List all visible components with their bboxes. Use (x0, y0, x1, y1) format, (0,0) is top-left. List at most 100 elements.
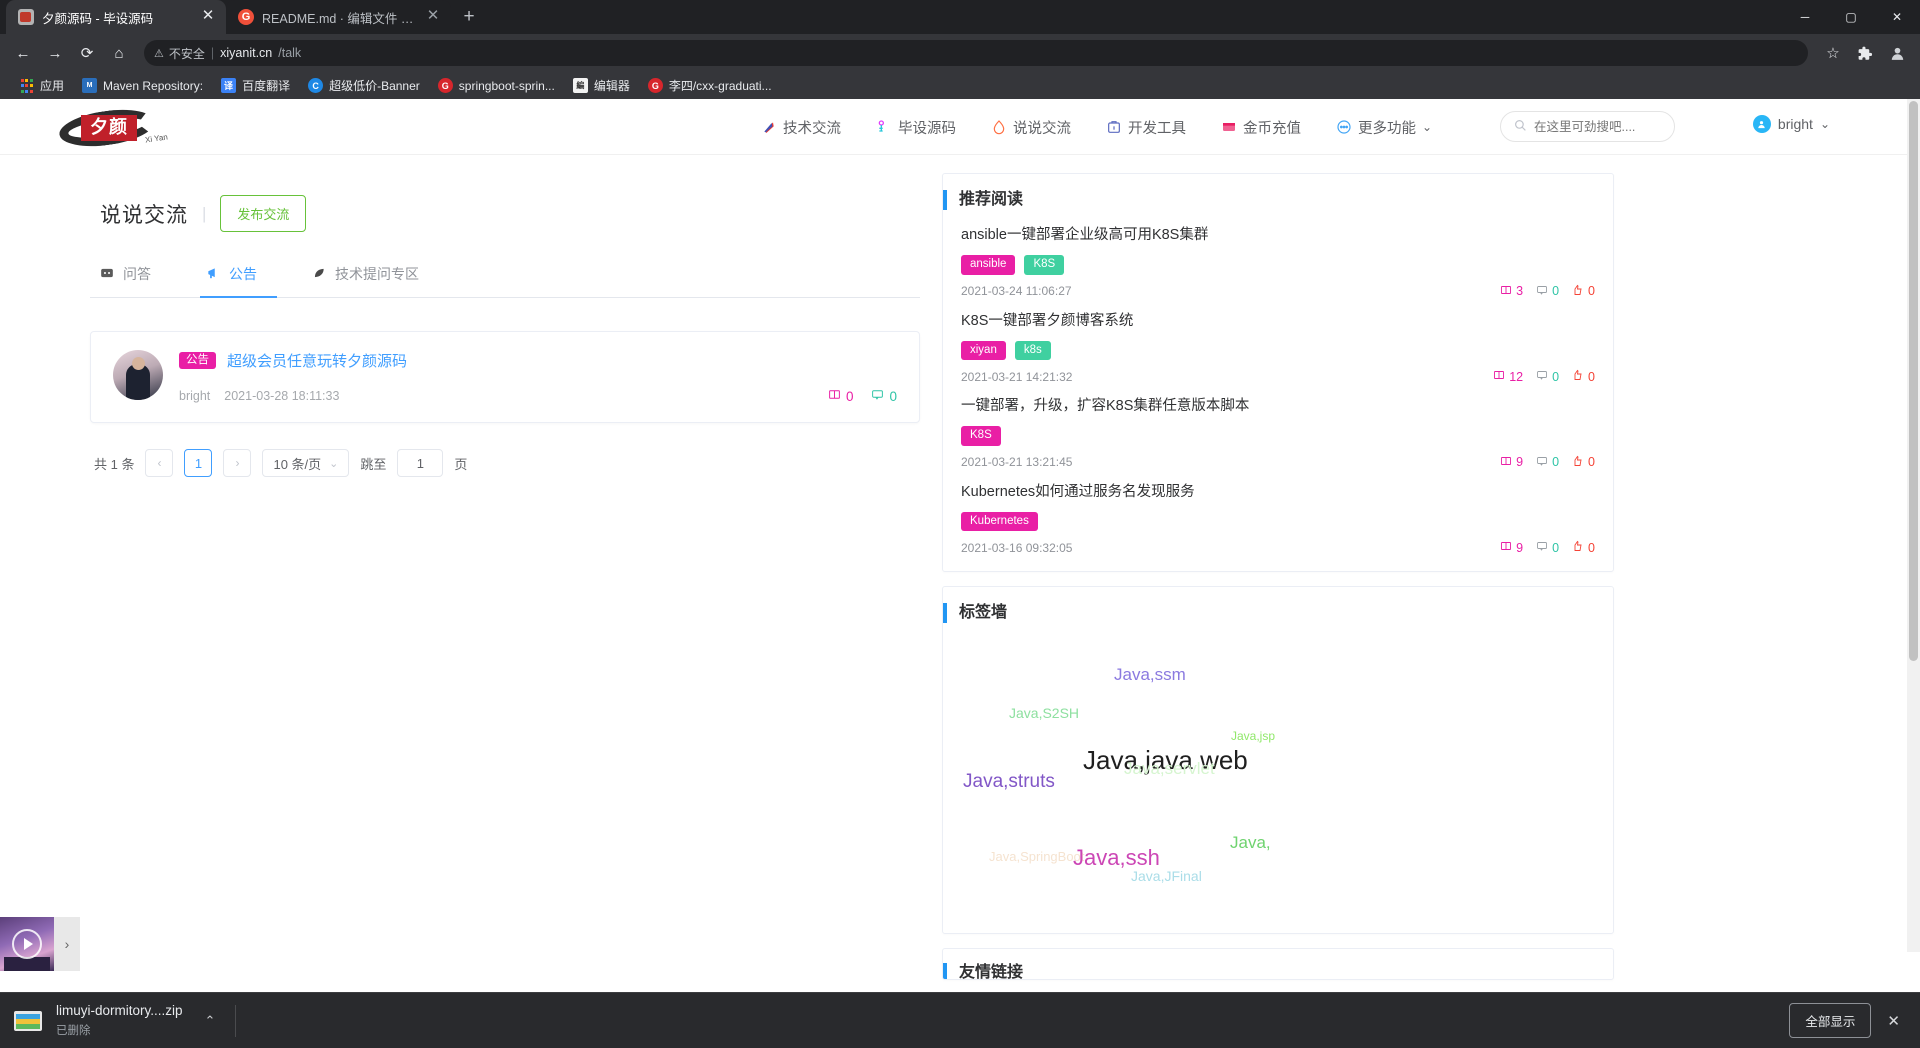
page-title: 说说交流 (100, 203, 188, 227)
tag-cloud-item[interactable]: Java,struts (963, 771, 1055, 793)
bookmark-maven[interactable]: M Maven Repository: (73, 75, 212, 97)
nav-label: 说说交流 (1013, 120, 1071, 137)
bookmark-star-icon[interactable]: ☆ (1818, 38, 1848, 68)
prev-page-button[interactable]: ‹ (145, 449, 174, 477)
tag-cloud-item[interactable]: Java,SpringBoot (989, 849, 1084, 864)
scrollbar-thumb[interactable] (1909, 101, 1918, 661)
read-count: 9 (1500, 455, 1523, 470)
recommended-item[interactable]: Kubernetes如何通过服务名发现服务 Kubernetes 2021-03… (961, 481, 1595, 556)
download-item[interactable]: limuyi-dormitory....zip 已删除 (56, 1003, 183, 1038)
comment-count-value: 0 (1552, 540, 1560, 555)
nav-item-more[interactable]: 更多功能 ⌄ (1335, 117, 1432, 138)
chevron-up-icon[interactable]: ⌃ (205, 1013, 216, 1029)
tag-cloud-item[interactable]: Java,servlet (1124, 759, 1215, 779)
publish-button[interactable]: 发布交流 (220, 195, 307, 232)
extensions-icon[interactable] (1850, 38, 1880, 68)
back-icon[interactable]: ← (8, 38, 38, 68)
tag[interactable]: K8S (961, 426, 1001, 446)
play-icon[interactable] (12, 929, 42, 959)
profile-icon[interactable] (1882, 38, 1912, 68)
article-title[interactable]: K8S一键部署夕颜博客系统 (961, 310, 1595, 332)
music-expand-button[interactable]: › (54, 917, 80, 971)
security-status[interactable]: ⚠ 不安全 (154, 45, 205, 62)
read-count-value: 0 (845, 388, 854, 404)
tab-qa[interactable]: 问答 (100, 264, 151, 297)
new-tab-button[interactable]: + (455, 3, 483, 31)
tag-cloud-item[interactable]: Java,ssm (1114, 665, 1186, 685)
tag-cloud-item[interactable]: Java,jsp (1231, 729, 1275, 743)
comment-count: 0 (1536, 284, 1559, 299)
tag-cloud-item[interactable]: Java,JFinal (1131, 868, 1202, 884)
next-page-button[interactable]: › (223, 449, 252, 477)
nav-item-graduation-source[interactable]: 毕设源码 (875, 117, 956, 138)
nav-item-tech[interactable]: 技术交流 (760, 117, 841, 138)
download-bar-actions: 全部显示 ✕ (1789, 1003, 1906, 1038)
like-count: 0 (1572, 455, 1595, 470)
post-card[interactable]: 公告 超级会员任意玩转夕颜源码 bright 2021-03-28 18:11:… (90, 331, 920, 423)
window-close-button[interactable]: ✕ (1874, 0, 1920, 34)
forward-icon[interactable]: → (40, 38, 70, 68)
apps-grid-icon (19, 78, 34, 93)
comment-count: 0 (1536, 540, 1559, 555)
translate-icon: 译 (221, 78, 237, 93)
maximize-button[interactable]: ▢ (1828, 0, 1874, 34)
bookmark-springboot[interactable]: G springboot-sprin... (429, 75, 564, 97)
recommended-item[interactable]: 一键部署，升级，扩容K8S集群任意版本脚本 K8S 2021-03-21 13:… (961, 395, 1595, 470)
reload-icon[interactable]: ⟳ (72, 38, 102, 68)
site-nav: 技术交流 毕设源码 说说交流 开发工具 金币充值 更多功能 ⌄ (760, 99, 1432, 155)
article-title[interactable]: ansible一键部署企业级高可用K8S集群 (961, 224, 1595, 246)
close-icon[interactable]: ✕ (1887, 1012, 1906, 1030)
recommended-item[interactable]: ansible一键部署企业级高可用K8S集群 ansible K8S 2021-… (961, 224, 1595, 299)
bookmark-banner[interactable]: C 超级低价-Banner (299, 75, 429, 97)
tag[interactable]: Kubernetes (961, 511, 1038, 531)
tag[interactable]: k8s (1014, 340, 1051, 360)
tab-tech-questions[interactable]: 技术提问专区 (312, 264, 419, 297)
music-widget[interactable]: › (0, 917, 80, 971)
comment-count-value: 0 (889, 388, 897, 404)
site-header: 夕颜 Xi Yan 技术交流 毕设源码 说说交流 开发工具 金币充值 更多功能 … (0, 99, 1920, 155)
like-count-value: 0 (1588, 540, 1595, 555)
page-scrollbar[interactable] (1907, 99, 1920, 952)
nav-item-devtools[interactable]: 开发工具 (1105, 117, 1186, 138)
comment-icon (1536, 369, 1548, 384)
window-controls: ─ ▢ ✕ (1782, 0, 1920, 34)
recommended-item[interactable]: K8S一键部署夕颜博客系统 xiyan k8s 2021-03-21 14:21… (961, 310, 1595, 385)
page-size-select[interactable]: 10 条/页 ⌄ (262, 449, 350, 477)
bookmark-apps[interactable]: 应用 (10, 75, 73, 97)
browser-tab-1[interactable]: 夕颜源码 - 毕设源码 ✕ (6, 0, 226, 34)
nav-label: 开发工具 (1128, 120, 1186, 137)
tag[interactable]: ansible (961, 255, 1016, 275)
search-input[interactable] (1534, 119, 1664, 134)
tag-cloud: Java,ssm Java,S2SH Java,jsp Java,java web Ja… (961, 637, 1595, 917)
home-icon[interactable]: ⌂ (104, 38, 134, 68)
jump-page-input[interactable] (397, 449, 444, 477)
tag[interactable]: xiyan (961, 340, 1006, 360)
minimize-button[interactable]: ─ (1782, 0, 1828, 34)
security-label: 不安全 (168, 46, 205, 61)
post-title[interactable]: 超级会员任意玩转夕颜源码 (227, 350, 407, 371)
tab-announcement[interactable]: 公告 (200, 264, 277, 298)
tag-cloud-item[interactable]: Java,S2SH (1009, 705, 1079, 721)
article-tags: xiyan k8s (961, 340, 1595, 360)
bookmark-label: 百度翻译 (242, 79, 291, 93)
close-icon[interactable]: ✕ (425, 8, 441, 25)
chevron-down-icon: ⌄ (1819, 117, 1830, 131)
address-bar[interactable]: ⚠ 不安全 | xiyanit.cn/talk (144, 40, 1808, 66)
page-number-1[interactable]: 1 (184, 449, 213, 477)
article-title[interactable]: Kubernetes如何通过服务名发现服务 (961, 481, 1595, 503)
nav-item-coin-recharge[interactable]: 金币充值 (1220, 117, 1301, 138)
close-icon[interactable]: ✕ (200, 8, 216, 25)
tag[interactable]: K8S (1024, 255, 1065, 275)
site-search[interactable] (1500, 111, 1675, 142)
browser-tab-2[interactable]: G README.md · 编辑文件 · bright ✕ (226, 0, 451, 34)
tag-cloud-item[interactable]: Java, (1230, 833, 1271, 853)
article-title[interactable]: 一键部署，升级，扩容K8S集群任意版本脚本 (961, 395, 1595, 417)
show-all-downloads-button[interactable]: 全部显示 (1789, 1003, 1872, 1038)
bookmark-baidu-translate[interactable]: 译 百度翻译 (212, 75, 299, 97)
bookmark-editor[interactable]: 編 编辑器 (564, 75, 639, 97)
nav-item-talk[interactable]: 说说交流 (990, 117, 1071, 138)
book-icon (1500, 540, 1512, 555)
user-menu[interactable]: bright ⌄ (1752, 115, 1830, 133)
bookmark-cxx-graduation[interactable]: G 李四/cxx-graduati... (639, 75, 781, 97)
site-logo[interactable]: 夕颜 Xi Yan (55, 104, 170, 152)
